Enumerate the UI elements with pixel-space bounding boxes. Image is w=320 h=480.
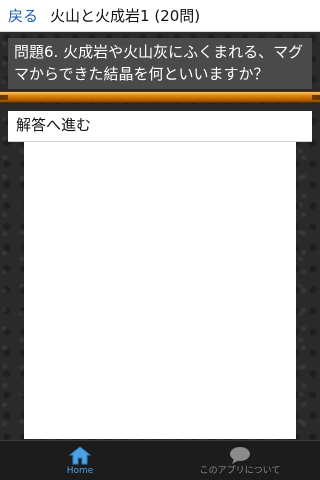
page-title: 火山と火成岩1 (20問)	[50, 7, 201, 25]
nav-item-home[interactable]: Home	[0, 441, 160, 480]
home-icon	[68, 446, 92, 465]
nav-about-label: このアプリについて	[199, 466, 281, 476]
go-to-answer-button[interactable]: 解答へ進む	[8, 111, 312, 142]
question-text: 問題6. 火成岩や火山灰にふくまれる、マグマからできた結晶を何といいますか？	[8, 38, 312, 89]
bottom-nav: Home このアプリについて	[0, 440, 320, 480]
speech-bubble-icon	[230, 447, 250, 464]
top-bar: 戻る 火山と火成岩1 (20問)	[0, 0, 320, 32]
content-area	[24, 142, 296, 439]
back-button[interactable]: 戻る	[0, 0, 42, 32]
nav-home-label: Home	[66, 466, 94, 476]
divider-bar	[0, 91, 320, 103]
nav-item-about[interactable]: このアプリについて	[160, 441, 320, 480]
